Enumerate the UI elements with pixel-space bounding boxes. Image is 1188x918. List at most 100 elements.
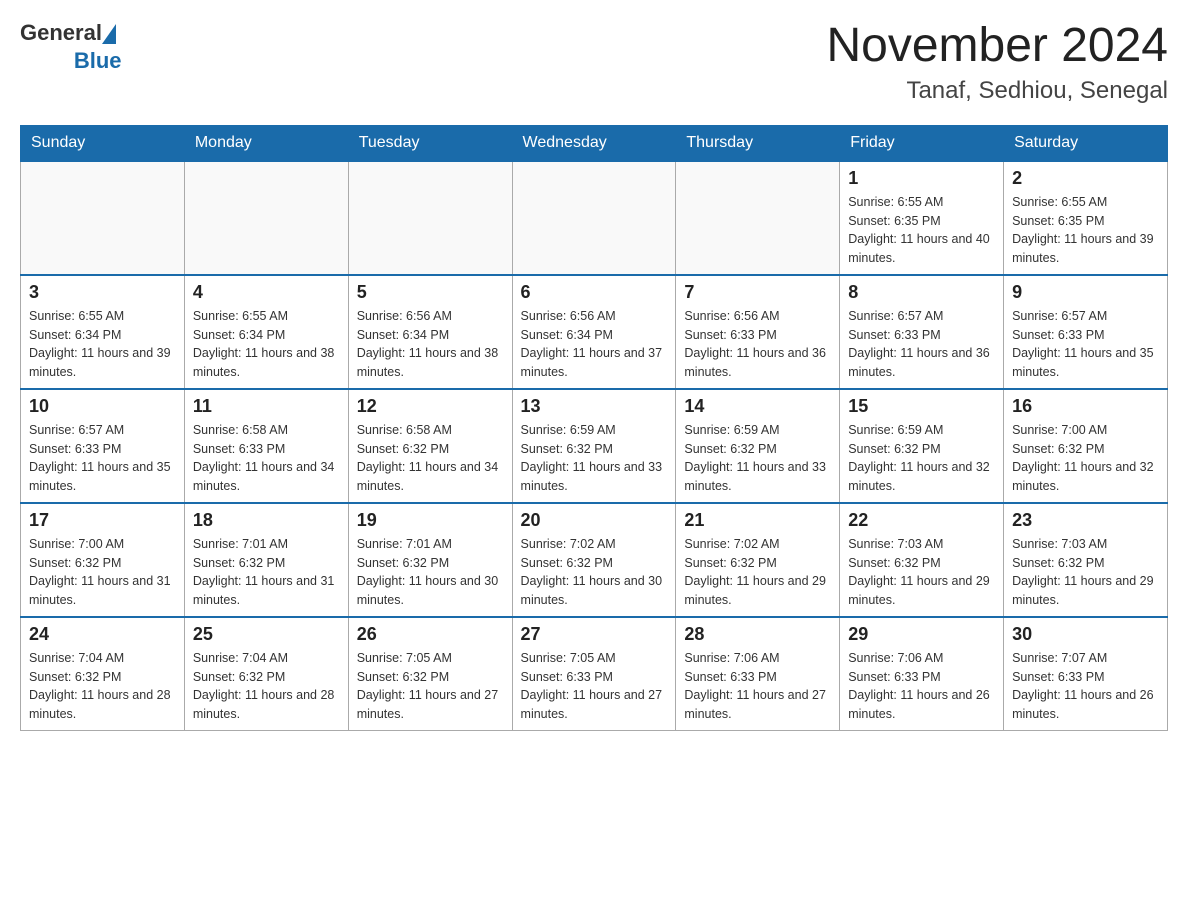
logo-general-text: General (20, 20, 102, 46)
day-number: 27 (521, 624, 668, 645)
day-info: Sunrise: 7:04 AMSunset: 6:32 PMDaylight:… (193, 649, 340, 724)
day-number: 7 (684, 282, 831, 303)
day-info: Sunrise: 7:03 AMSunset: 6:32 PMDaylight:… (848, 535, 995, 610)
cell-week4-day3: 27Sunrise: 7:05 AMSunset: 6:33 PMDayligh… (512, 617, 676, 731)
cell-week4-day2: 26 Sunrise: 7:05 AMSunset: 6:32 PMDayligh… (348, 617, 512, 731)
header-sunday: Sunday (21, 125, 185, 161)
cell-week0-day3 (512, 161, 676, 275)
day-info: Sunrise: 6:57 AMSunset: 6:33 PMDaylight:… (848, 307, 995, 382)
cell-week0-day6: 2Sunrise: 6:55 AMSunset: 6:35 PMDaylight… (1004, 161, 1168, 275)
day-number: 5 (357, 282, 504, 303)
day-number: 9 (1012, 282, 1159, 303)
day-info: Sunrise: 7:04 AMSunset: 6:32 PMDaylight:… (29, 649, 176, 724)
cell-week0-day1 (184, 161, 348, 275)
cell-week2-day2: 12 Sunrise: 6:58 AMSunset: 6:32 PMDayligh… (348, 389, 512, 503)
day-info: Sunrise: 6:58 AMSunset: 6:32 PMDaylight:… (357, 421, 504, 496)
cell-week3-day0: 17 Sunrise: 7:00 AMSunset: 6:32 PMDayligh… (21, 503, 185, 617)
week-row-1: 3 Sunrise: 6:55 AMSunset: 6:34 PMDaylight… (21, 275, 1168, 389)
day-number: 1 (848, 168, 995, 189)
day-number: 16 (1012, 396, 1159, 417)
day-info: Sunrise: 7:06 AMSunset: 6:33 PMDaylight:… (684, 649, 831, 724)
cell-week4-day5: 29 Sunrise: 7:06 AMSunset: 6:33 PMDayligh… (840, 617, 1004, 731)
day-info: Sunrise: 6:56 AMSunset: 6:34 PMDaylight:… (357, 307, 504, 382)
header-tuesday: Tuesday (348, 125, 512, 161)
cell-week0-day5: 1 Sunrise: 6:55 AMSunset: 6:35 PMDaylight… (840, 161, 1004, 275)
day-info: Sunrise: 6:55 AMSunset: 6:34 PMDaylight:… (193, 307, 340, 382)
day-number: 12 (357, 396, 504, 417)
day-info: Sunrise: 6:55 AMSunset: 6:35 PMDaylight:… (848, 193, 995, 268)
week-row-4: 24 Sunrise: 7:04 AMSunset: 6:32 PMDayligh… (21, 617, 1168, 731)
calendar-subtitle: Tanaf, Sedhiou, Senegal (826, 77, 1168, 105)
day-number: 14 (684, 396, 831, 417)
day-number: 18 (193, 510, 340, 531)
day-number: 29 (848, 624, 995, 645)
cell-week3-day1: 18 Sunrise: 7:01 AMSunset: 6:32 PMDayligh… (184, 503, 348, 617)
day-number: 3 (29, 282, 176, 303)
day-info: Sunrise: 7:03 AMSunset: 6:32 PMDaylight:… (1012, 535, 1159, 610)
cell-week1-day6: 9 Sunrise: 6:57 AMSunset: 6:33 PMDaylight… (1004, 275, 1168, 389)
day-number: 24 (29, 624, 176, 645)
cell-week1-day4: 7 Sunrise: 6:56 AMSunset: 6:33 PMDaylight… (676, 275, 840, 389)
header-saturday: Saturday (1004, 125, 1168, 161)
day-number: 13 (521, 396, 668, 417)
cell-week2-day1: 11 Sunrise: 6:58 AMSunset: 6:33 PMDayligh… (184, 389, 348, 503)
day-info: Sunrise: 7:02 AMSunset: 6:32 PMDaylight:… (521, 535, 668, 610)
day-number: 17 (29, 510, 176, 531)
day-info: Sunrise: 6:57 AMSunset: 6:33 PMDaylight:… (1012, 307, 1159, 382)
week-row-3: 17 Sunrise: 7:00 AMSunset: 6:32 PMDayligh… (21, 503, 1168, 617)
day-info: Sunrise: 6:59 AMSunset: 6:32 PMDaylight:… (521, 421, 668, 496)
header-monday: Monday (184, 125, 348, 161)
day-number: 11 (193, 396, 340, 417)
days-header-row: Sunday Monday Tuesday Wednesday Thursday… (21, 125, 1168, 161)
day-info: Sunrise: 6:56 AMSunset: 6:33 PMDaylight:… (684, 307, 831, 382)
header-wednesday: Wednesday (512, 125, 676, 161)
day-info: Sunrise: 6:58 AMSunset: 6:33 PMDaylight:… (193, 421, 340, 496)
cell-week2-day0: 10Sunrise: 6:57 AMSunset: 6:33 PMDayligh… (21, 389, 185, 503)
day-info: Sunrise: 6:59 AMSunset: 6:32 PMDaylight:… (684, 421, 831, 496)
day-info: Sunrise: 6:59 AMSunset: 6:32 PMDaylight:… (848, 421, 995, 496)
day-info: Sunrise: 7:01 AMSunset: 6:32 PMDaylight:… (357, 535, 504, 610)
cell-week4-day6: 30 Sunrise: 7:07 AMSunset: 6:33 PMDayligh… (1004, 617, 1168, 731)
day-number: 22 (848, 510, 995, 531)
cell-week0-day4 (676, 161, 840, 275)
cell-week1-day5: 8 Sunrise: 6:57 AMSunset: 6:33 PMDaylight… (840, 275, 1004, 389)
cell-week0-day0 (21, 161, 185, 275)
logo: General Gene Blue (20, 20, 122, 74)
day-info: Sunrise: 6:55 AMSunset: 6:35 PMDaylight:… (1012, 193, 1159, 268)
day-info: Sunrise: 7:07 AMSunset: 6:33 PMDaylight:… (1012, 649, 1159, 724)
cell-week3-day6: 23 Sunrise: 7:03 AMSunset: 6:32 PMDayligh… (1004, 503, 1168, 617)
day-number: 8 (848, 282, 995, 303)
cell-week3-day3: 20 Sunrise: 7:02 AMSunset: 6:32 PMDayligh… (512, 503, 676, 617)
calendar-table: Sunday Monday Tuesday Wednesday Thursday… (20, 125, 1168, 731)
day-number: 23 (1012, 510, 1159, 531)
cell-week1-day2: 5 Sunrise: 6:56 AMSunset: 6:34 PMDaylight… (348, 275, 512, 389)
day-info: Sunrise: 7:01 AMSunset: 6:32 PMDaylight:… (193, 535, 340, 610)
day-number: 25 (193, 624, 340, 645)
cell-week2-day4: 14 Sunrise: 6:59 AMSunset: 6:32 PMDayligh… (676, 389, 840, 503)
day-info: Sunrise: 7:00 AMSunset: 6:32 PMDaylight:… (29, 535, 176, 610)
cell-week4-day0: 24 Sunrise: 7:04 AMSunset: 6:32 PMDayligh… (21, 617, 185, 731)
day-info: Sunrise: 7:06 AMSunset: 6:33 PMDaylight:… (848, 649, 995, 724)
day-info: Sunrise: 6:56 AMSunset: 6:34 PMDaylight:… (521, 307, 668, 382)
day-number: 30 (1012, 624, 1159, 645)
day-number: 15 (848, 396, 995, 417)
day-number: 19 (357, 510, 504, 531)
cell-week4-day4: 28Sunrise: 7:06 AMSunset: 6:33 PMDayligh… (676, 617, 840, 731)
cell-week1-day1: 4 Sunrise: 6:55 AMSunset: 6:34 PMDaylight… (184, 275, 348, 389)
week-row-2: 10Sunrise: 6:57 AMSunset: 6:33 PMDayligh… (21, 389, 1168, 503)
day-info: Sunrise: 7:00 AMSunset: 6:32 PMDaylight:… (1012, 421, 1159, 496)
cell-week3-day2: 19 Sunrise: 7:01 AMSunset: 6:32 PMDayligh… (348, 503, 512, 617)
day-number: 26 (357, 624, 504, 645)
week-row-0: 1 Sunrise: 6:55 AMSunset: 6:35 PMDaylight… (21, 161, 1168, 275)
calendar-title: November 2024 (826, 20, 1168, 73)
day-number: 20 (521, 510, 668, 531)
cell-week0-day2 (348, 161, 512, 275)
cell-week2-day6: 16 Sunrise: 7:00 AMSunset: 6:32 PMDayligh… (1004, 389, 1168, 503)
cell-week3-day4: 21Sunrise: 7:02 AMSunset: 6:32 PMDayligh… (676, 503, 840, 617)
cell-week1-day0: 3Sunrise: 6:55 AMSunset: 6:34 PMDaylight… (21, 275, 185, 389)
header: General Gene Blue November 2024 Tanaf, S… (20, 20, 1168, 105)
header-friday: Friday (840, 125, 1004, 161)
day-info: Sunrise: 7:05 AMSunset: 6:32 PMDaylight:… (357, 649, 504, 724)
day-number: 4 (193, 282, 340, 303)
day-info: Sunrise: 6:57 AMSunset: 6:33 PMDaylight:… (29, 421, 176, 496)
